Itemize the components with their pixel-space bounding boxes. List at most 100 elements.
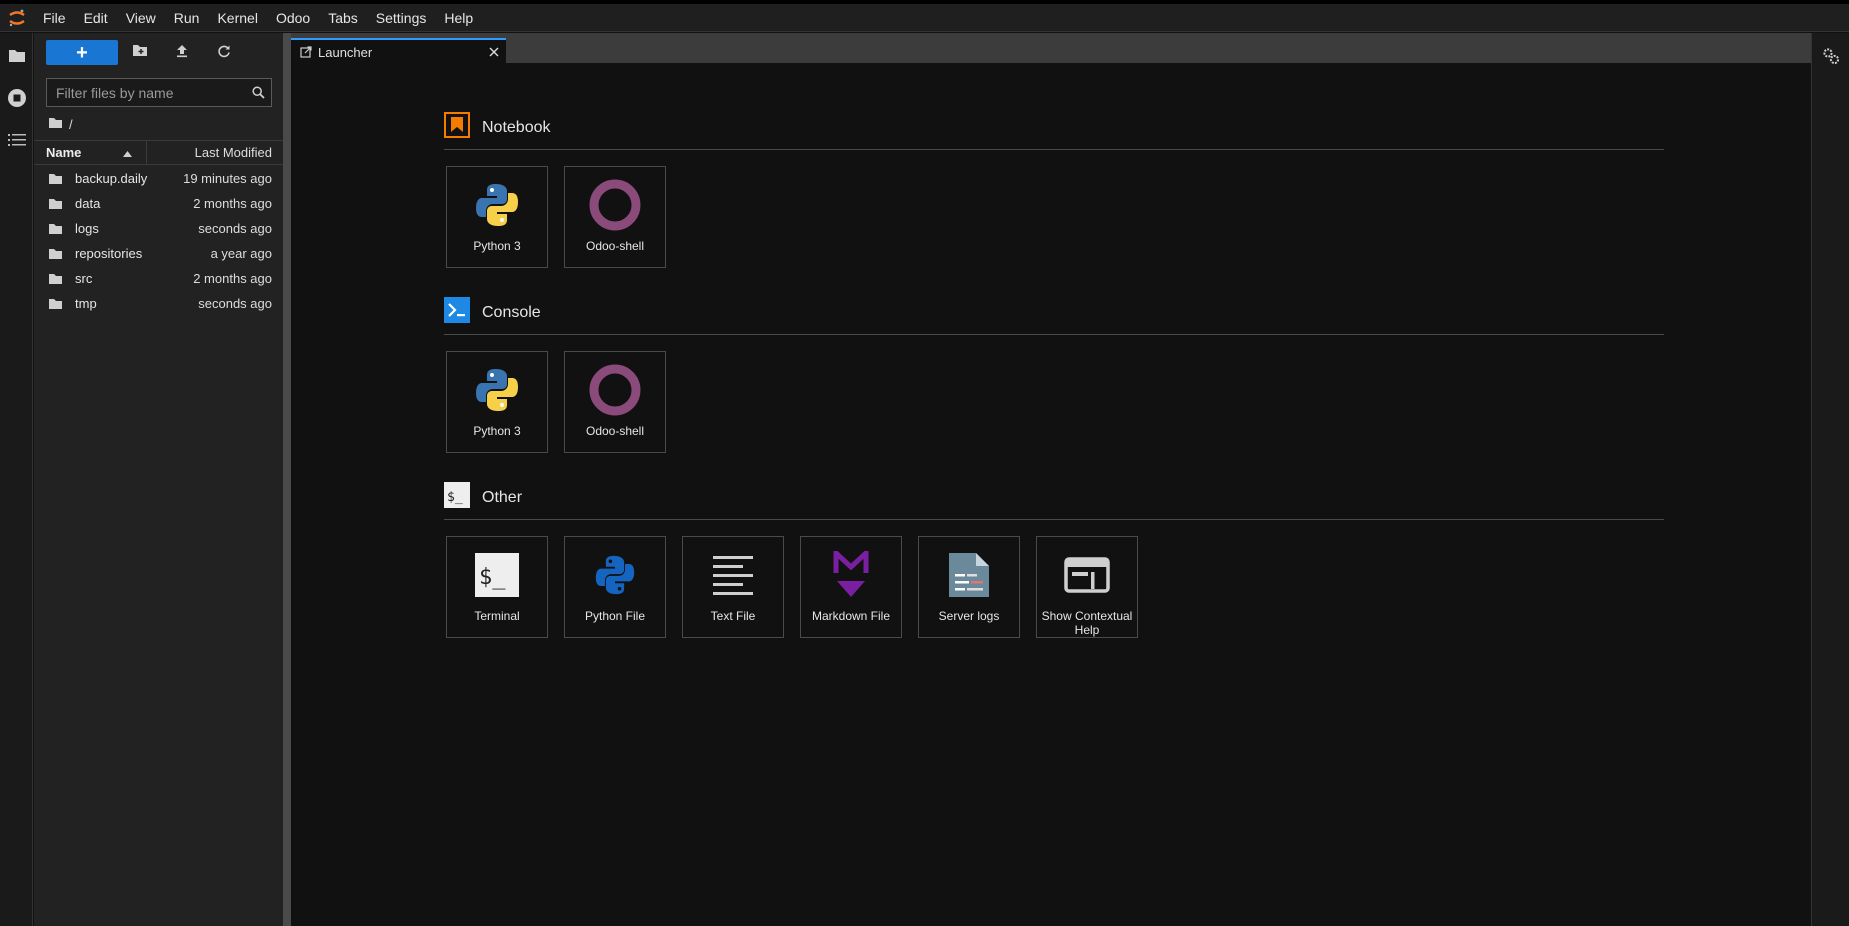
- menu-view[interactable]: View: [117, 4, 165, 32]
- folder-icon: [48, 223, 68, 235]
- section-divider: [444, 334, 1664, 335]
- launcher-panel: Notebook Python 3 Odoo-shell Console Pyt…: [291, 63, 1811, 926]
- python-file-card[interactable]: Python File: [564, 536, 666, 638]
- last-modified-column-header[interactable]: Last Modified: [147, 145, 283, 160]
- refresh-button[interactable]: [214, 43, 234, 63]
- refresh-icon: [217, 44, 231, 63]
- terminal-icon: $_: [444, 482, 470, 513]
- file-row-logs[interactable]: logs seconds ago: [34, 216, 283, 241]
- plus-icon: +: [76, 41, 88, 64]
- file-name: tmp: [75, 296, 97, 311]
- menu-edit[interactable]: Edit: [75, 4, 117, 32]
- file-name: logs: [75, 221, 99, 236]
- menu-settings[interactable]: Settings: [367, 4, 436, 32]
- folder-icon: [48, 298, 68, 310]
- odoo-icon: [588, 362, 642, 418]
- new-folder-button[interactable]: [130, 43, 150, 63]
- breadcrumb-root[interactable]: /: [69, 117, 73, 132]
- card-label: Markdown File: [811, 609, 891, 623]
- card-label: Odoo-shell: [585, 239, 645, 253]
- launcher-icon: [300, 46, 312, 58]
- file-list-header: Name Last Modified: [34, 140, 283, 165]
- console-section-header: Console: [444, 297, 541, 328]
- file-name: data: [75, 196, 101, 211]
- python-file-icon: [594, 547, 636, 603]
- menu-run[interactable]: Run: [165, 4, 209, 32]
- svg-text:$_: $_: [479, 565, 506, 590]
- file-name: backup.daily: [75, 171, 148, 186]
- running-sessions-tab[interactable]: [0, 79, 33, 121]
- jupyter-logo-icon[interactable]: [0, 4, 34, 32]
- card-label: Python 3: [473, 239, 521, 253]
- property-inspector-tab[interactable]: [1812, 37, 1849, 79]
- terminal-icon: $_: [475, 547, 519, 603]
- notebook-odoo-shell-card[interactable]: Odoo-shell: [564, 166, 666, 268]
- text-file-card[interactable]: Text File: [682, 536, 784, 638]
- new-folder-icon: [132, 44, 148, 62]
- markdown-file-card[interactable]: Markdown File: [800, 536, 902, 638]
- markdown-icon: [833, 547, 869, 603]
- file-browser-tab[interactable]: [0, 37, 33, 79]
- card-label: Python 3: [473, 424, 521, 438]
- folder-icon[interactable]: [48, 117, 63, 132]
- console-python3-card[interactable]: Python 3: [446, 351, 548, 453]
- notebook-section-header: Notebook: [444, 112, 551, 143]
- tab-launcher[interactable]: Launcher: [291, 38, 506, 64]
- list-icon: [7, 133, 26, 152]
- server-logs-card[interactable]: Server logs: [918, 536, 1020, 638]
- new-launcher-button[interactable]: +: [46, 40, 118, 65]
- file-modified: 2 months ago: [193, 271, 272, 286]
- python-icon: [474, 177, 520, 233]
- console-odoo-shell-card[interactable]: Odoo-shell: [564, 351, 666, 453]
- file-name: repositories: [75, 246, 143, 261]
- file-modified: 2 months ago: [193, 196, 272, 211]
- folder-icon: [48, 273, 68, 285]
- notebook-python3-card[interactable]: Python 3: [446, 166, 548, 268]
- file-modified: seconds ago: [198, 296, 272, 311]
- svg-text:$_: $_: [447, 490, 463, 505]
- section-divider: [444, 519, 1664, 520]
- gears-icon: [1822, 47, 1840, 70]
- card-label: Text File: [710, 609, 756, 623]
- upload-button[interactable]: [172, 43, 192, 63]
- server-logs-icon: [948, 547, 990, 603]
- tab-label: Launcher: [318, 44, 373, 60]
- file-name: src: [75, 271, 93, 286]
- file-row-backup-daily[interactable]: backup.daily 19 minutes ago: [34, 166, 283, 191]
- contextual-help-card[interactable]: Show Contextual Help: [1036, 536, 1138, 638]
- search-icon: [245, 86, 271, 99]
- file-modified: seconds ago: [198, 221, 272, 236]
- menu-file[interactable]: File: [34, 4, 75, 32]
- card-label: Server logs: [938, 609, 1000, 623]
- menu-help[interactable]: Help: [435, 4, 482, 32]
- name-column-header[interactable]: Name: [34, 141, 147, 164]
- breadcrumb: /: [48, 113, 73, 135]
- file-modified: 19 minutes ago: [183, 171, 272, 186]
- menu-tabs[interactable]: Tabs: [319, 4, 367, 32]
- right-sidebar: [1811, 33, 1849, 926]
- file-row-tmp[interactable]: tmp seconds ago: [34, 291, 283, 316]
- stop-circle-icon: [7, 88, 27, 113]
- text-file-icon: [712, 547, 754, 603]
- close-icon[interactable]: [482, 47, 506, 57]
- menu-kernel[interactable]: Kernel: [208, 4, 266, 32]
- menu-odoo[interactable]: Odoo: [267, 4, 319, 32]
- card-label: Show Contextual Help: [1041, 609, 1133, 637]
- table-of-contents-tab[interactable]: [0, 121, 33, 163]
- tab-bar: Launcher: [291, 33, 1811, 64]
- file-browser-toolbar: +: [34, 33, 283, 73]
- panel-splitter[interactable]: [283, 33, 291, 926]
- sort-ascending-icon: [123, 145, 132, 160]
- folder-icon: [8, 48, 26, 68]
- file-row-src[interactable]: src 2 months ago: [34, 266, 283, 291]
- file-row-data[interactable]: data 2 months ago: [34, 191, 283, 216]
- other-section-header: $_ Other: [444, 482, 522, 513]
- section-title: Notebook: [482, 118, 551, 136]
- console-icon: [444, 297, 470, 328]
- file-row-repositories[interactable]: repositories a year ago: [34, 241, 283, 266]
- terminal-card[interactable]: $_ Terminal: [446, 536, 548, 638]
- section-title: Console: [482, 303, 541, 321]
- filter-files-input[interactable]: [47, 84, 245, 101]
- folder-icon: [48, 173, 68, 185]
- card-label: Terminal: [474, 609, 520, 623]
